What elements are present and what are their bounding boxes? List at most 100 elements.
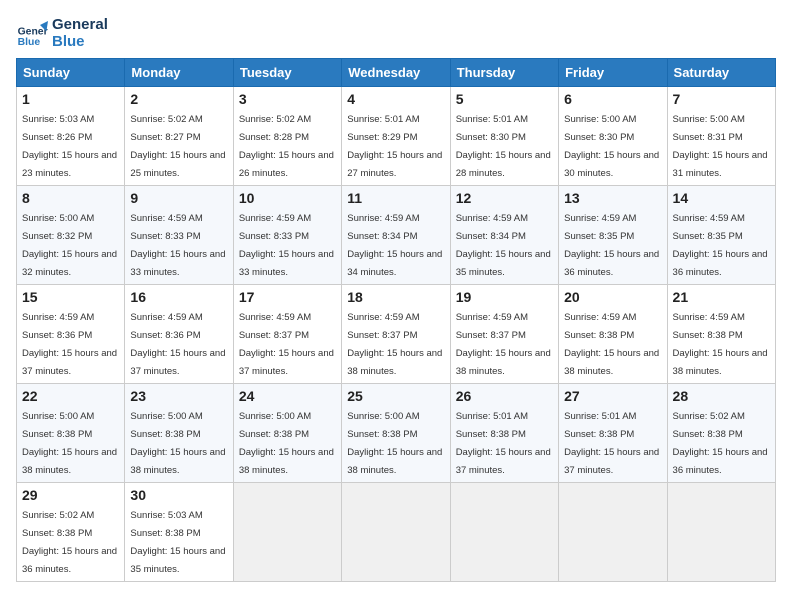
calendar-cell: 11 Sunrise: 4:59 AMSunset: 8:34 PMDaylig…	[342, 186, 450, 285]
calendar-cell: 24 Sunrise: 5:00 AMSunset: 8:38 PMDaylig…	[233, 384, 341, 483]
calendar-cell: 14 Sunrise: 4:59 AMSunset: 8:35 PMDaylig…	[667, 186, 775, 285]
day-info: Sunrise: 5:03 AMSunset: 8:26 PMDaylight:…	[22, 114, 117, 179]
day-info: Sunrise: 5:02 AMSunset: 8:27 PMDaylight:…	[130, 114, 225, 179]
calendar-cell: 12 Sunrise: 4:59 AMSunset: 8:34 PMDaylig…	[450, 186, 558, 285]
calendar-cell: 7 Sunrise: 5:00 AMSunset: 8:31 PMDayligh…	[667, 87, 775, 186]
calendar-cell: 26 Sunrise: 5:01 AMSunset: 8:38 PMDaylig…	[450, 384, 558, 483]
day-info: Sunrise: 4:59 AMSunset: 8:37 PMDaylight:…	[456, 312, 551, 377]
day-info: Sunrise: 4:59 AMSunset: 8:35 PMDaylight:…	[564, 213, 659, 278]
calendar-week-0: 1 Sunrise: 5:03 AMSunset: 8:26 PMDayligh…	[17, 87, 776, 186]
calendar-cell: 28 Sunrise: 5:02 AMSunset: 8:38 PMDaylig…	[667, 384, 775, 483]
calendar-cell: 13 Sunrise: 4:59 AMSunset: 8:35 PMDaylig…	[559, 186, 667, 285]
calendar-cell: 25 Sunrise: 5:00 AMSunset: 8:38 PMDaylig…	[342, 384, 450, 483]
calendar-cell: 15 Sunrise: 4:59 AMSunset: 8:36 PMDaylig…	[17, 285, 125, 384]
day-number: 13	[564, 190, 661, 206]
day-info: Sunrise: 5:03 AMSunset: 8:38 PMDaylight:…	[130, 510, 225, 575]
logo-text-general: General	[52, 16, 108, 33]
calendar-cell: 20 Sunrise: 4:59 AMSunset: 8:38 PMDaylig…	[559, 285, 667, 384]
calendar-table: SundayMondayTuesdayWednesdayThursdayFrid…	[16, 58, 776, 582]
day-number: 7	[673, 91, 770, 107]
day-number: 14	[673, 190, 770, 206]
day-number: 4	[347, 91, 444, 107]
day-info: Sunrise: 4:59 AMSunset: 8:38 PMDaylight:…	[564, 312, 659, 377]
day-number: 2	[130, 91, 227, 107]
calendar-cell: 19 Sunrise: 4:59 AMSunset: 8:37 PMDaylig…	[450, 285, 558, 384]
day-number: 23	[130, 388, 227, 404]
logo-icon: General Blue	[16, 17, 48, 49]
calendar-cell: 18 Sunrise: 4:59 AMSunset: 8:37 PMDaylig…	[342, 285, 450, 384]
calendar-cell: 21 Sunrise: 4:59 AMSunset: 8:38 PMDaylig…	[667, 285, 775, 384]
day-info: Sunrise: 5:02 AMSunset: 8:38 PMDaylight:…	[673, 411, 768, 476]
day-info: Sunrise: 4:59 AMSunset: 8:36 PMDaylight:…	[22, 312, 117, 377]
day-number: 28	[673, 388, 770, 404]
calendar-cell: 3 Sunrise: 5:02 AMSunset: 8:28 PMDayligh…	[233, 87, 341, 186]
day-info: Sunrise: 5:02 AMSunset: 8:38 PMDaylight:…	[22, 510, 117, 575]
day-info: Sunrise: 5:00 AMSunset: 8:38 PMDaylight:…	[130, 411, 225, 476]
svg-text:Blue: Blue	[18, 37, 41, 48]
calendar-cell: 9 Sunrise: 4:59 AMSunset: 8:33 PMDayligh…	[125, 186, 233, 285]
day-info: Sunrise: 5:02 AMSunset: 8:28 PMDaylight:…	[239, 114, 334, 179]
day-number: 5	[456, 91, 553, 107]
logo-text-blue: Blue	[52, 33, 108, 50]
calendar-cell: 17 Sunrise: 4:59 AMSunset: 8:37 PMDaylig…	[233, 285, 341, 384]
day-info: Sunrise: 5:00 AMSunset: 8:31 PMDaylight:…	[673, 114, 768, 179]
day-number: 6	[564, 91, 661, 107]
calendar-cell: 5 Sunrise: 5:01 AMSunset: 8:30 PMDayligh…	[450, 87, 558, 186]
day-info: Sunrise: 5:01 AMSunset: 8:29 PMDaylight:…	[347, 114, 442, 179]
calendar-cell: 30 Sunrise: 5:03 AMSunset: 8:38 PMDaylig…	[125, 483, 233, 582]
day-number: 29	[22, 487, 119, 503]
day-info: Sunrise: 4:59 AMSunset: 8:37 PMDaylight:…	[347, 312, 442, 377]
weekday-monday: Monday	[125, 59, 233, 87]
day-number: 8	[22, 190, 119, 206]
day-number: 10	[239, 190, 336, 206]
calendar-cell: 16 Sunrise: 4:59 AMSunset: 8:36 PMDaylig…	[125, 285, 233, 384]
day-info: Sunrise: 4:59 AMSunset: 8:36 PMDaylight:…	[130, 312, 225, 377]
weekday-sunday: Sunday	[17, 59, 125, 87]
day-number: 15	[22, 289, 119, 305]
day-number: 21	[673, 289, 770, 305]
day-number: 12	[456, 190, 553, 206]
day-number: 27	[564, 388, 661, 404]
day-info: Sunrise: 4:59 AMSunset: 8:33 PMDaylight:…	[239, 213, 334, 278]
day-number: 25	[347, 388, 444, 404]
weekday-friday: Friday	[559, 59, 667, 87]
calendar-cell: 4 Sunrise: 5:01 AMSunset: 8:29 PMDayligh…	[342, 87, 450, 186]
day-info: Sunrise: 4:59 AMSunset: 8:34 PMDaylight:…	[347, 213, 442, 278]
weekday-saturday: Saturday	[667, 59, 775, 87]
calendar-cell: 2 Sunrise: 5:02 AMSunset: 8:27 PMDayligh…	[125, 87, 233, 186]
day-number: 26	[456, 388, 553, 404]
calendar-cell	[667, 483, 775, 582]
page-header: General Blue General Blue	[16, 16, 776, 50]
day-number: 16	[130, 289, 227, 305]
day-info: Sunrise: 5:00 AMSunset: 8:32 PMDaylight:…	[22, 213, 117, 278]
day-number: 17	[239, 289, 336, 305]
day-info: Sunrise: 5:01 AMSunset: 8:38 PMDaylight:…	[456, 411, 551, 476]
day-info: Sunrise: 5:00 AMSunset: 8:38 PMDaylight:…	[239, 411, 334, 476]
calendar-cell: 8 Sunrise: 5:00 AMSunset: 8:32 PMDayligh…	[17, 186, 125, 285]
day-info: Sunrise: 5:01 AMSunset: 8:38 PMDaylight:…	[564, 411, 659, 476]
calendar-cell: 23 Sunrise: 5:00 AMSunset: 8:38 PMDaylig…	[125, 384, 233, 483]
calendar-cell	[450, 483, 558, 582]
calendar-week-4: 29 Sunrise: 5:02 AMSunset: 8:38 PMDaylig…	[17, 483, 776, 582]
day-number: 19	[456, 289, 553, 305]
day-info: Sunrise: 4:59 AMSunset: 8:33 PMDaylight:…	[130, 213, 225, 278]
day-info: Sunrise: 4:59 AMSunset: 8:34 PMDaylight:…	[456, 213, 551, 278]
calendar-cell: 6 Sunrise: 5:00 AMSunset: 8:30 PMDayligh…	[559, 87, 667, 186]
day-number: 1	[22, 91, 119, 107]
weekday-thursday: Thursday	[450, 59, 558, 87]
day-number: 3	[239, 91, 336, 107]
calendar-week-3: 22 Sunrise: 5:00 AMSunset: 8:38 PMDaylig…	[17, 384, 776, 483]
day-number: 30	[130, 487, 227, 503]
day-info: Sunrise: 4:59 AMSunset: 8:37 PMDaylight:…	[239, 312, 334, 377]
day-info: Sunrise: 5:00 AMSunset: 8:38 PMDaylight:…	[347, 411, 442, 476]
logo: General Blue General Blue	[16, 16, 108, 50]
calendar-cell: 22 Sunrise: 5:00 AMSunset: 8:38 PMDaylig…	[17, 384, 125, 483]
calendar-cell	[559, 483, 667, 582]
day-info: Sunrise: 5:01 AMSunset: 8:30 PMDaylight:…	[456, 114, 551, 179]
day-number: 18	[347, 289, 444, 305]
weekday-header-row: SundayMondayTuesdayWednesdayThursdayFrid…	[17, 59, 776, 87]
day-number: 24	[239, 388, 336, 404]
day-info: Sunrise: 4:59 AMSunset: 8:35 PMDaylight:…	[673, 213, 768, 278]
day-info: Sunrise: 4:59 AMSunset: 8:38 PMDaylight:…	[673, 312, 768, 377]
calendar-cell	[342, 483, 450, 582]
